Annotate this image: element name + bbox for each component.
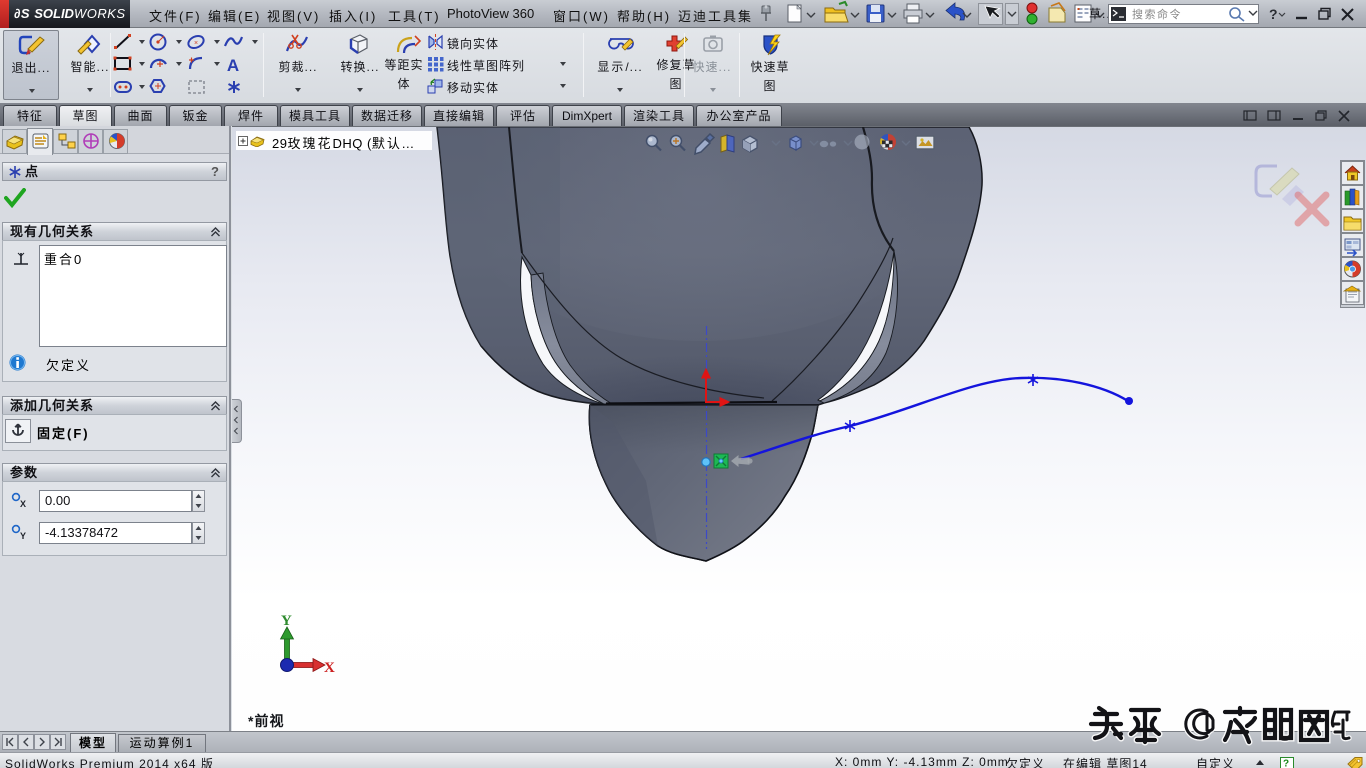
- svg-text:搜索命令: 搜索命令: [1132, 7, 1182, 21]
- svg-text:?: ?: [1269, 6, 1278, 22]
- svg-text:Y: Y: [281, 613, 292, 629]
- svg-text:Y: Y: [20, 531, 26, 540]
- svg-text:X: X: [324, 660, 335, 676]
- svg-text:X: X: [20, 499, 26, 508]
- svg-text:A: A: [227, 56, 239, 75]
- svg-text:×: ×: [194, 40, 198, 47]
- svg-text:草..: 草..: [1089, 7, 1111, 21]
- svg-text:?: ?: [1283, 759, 1289, 768]
